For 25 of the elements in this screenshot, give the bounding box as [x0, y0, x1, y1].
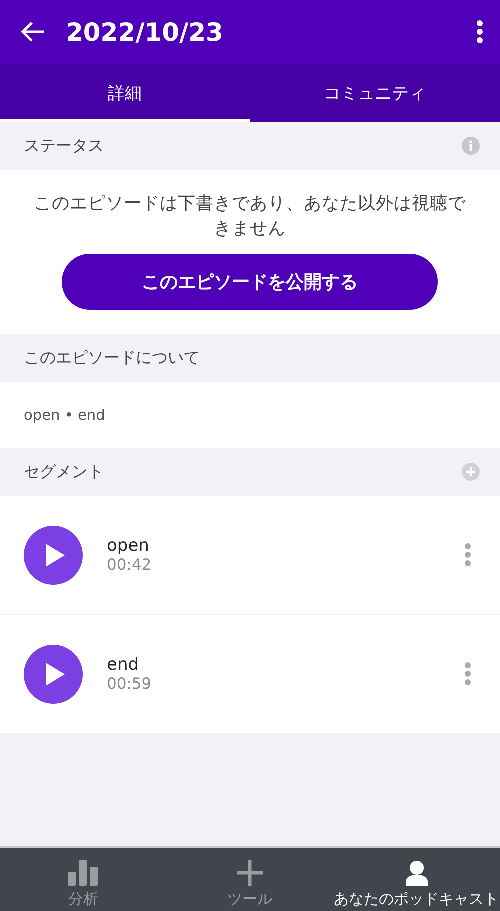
segment-duration: 00:59	[107, 675, 152, 693]
section-title: このエピソードについて	[24, 348, 200, 368]
nav-item[interactable]: 分析	[0, 848, 167, 911]
bar-chart-icon	[68, 860, 98, 886]
tab[interactable]: コミュニティ	[250, 64, 500, 122]
section-title: セグメント	[24, 462, 104, 482]
segment-name: open	[107, 536, 150, 556]
section-title: ステータス	[24, 136, 104, 156]
nav-item[interactable]: ツール	[166, 848, 334, 911]
play-button[interactable]	[24, 526, 83, 584]
plus-icon	[237, 860, 263, 886]
play-button[interactable]	[24, 644, 83, 704]
segment-duration: 00:42	[107, 556, 152, 574]
nav-label: ツール	[228, 890, 272, 909]
nav-label: あなたのポッドキャスト	[334, 890, 500, 909]
back-icon[interactable]	[20, 21, 46, 43]
episode-title: 2022/10/23	[66, 18, 224, 46]
draft-message: このエピソードは下書きであり、あなた以外は視聴できません	[33, 193, 467, 241]
episode-description: open • end	[24, 408, 106, 424]
nav-label: 分析	[68, 890, 98, 909]
person-icon	[406, 860, 428, 886]
publish-button[interactable]: このエピソードを公開する	[62, 254, 438, 310]
nav-item[interactable]: あなたのポッドキャスト	[333, 848, 500, 911]
segment-name: end	[107, 655, 140, 675]
more-icon[interactable]	[476, 20, 484, 44]
